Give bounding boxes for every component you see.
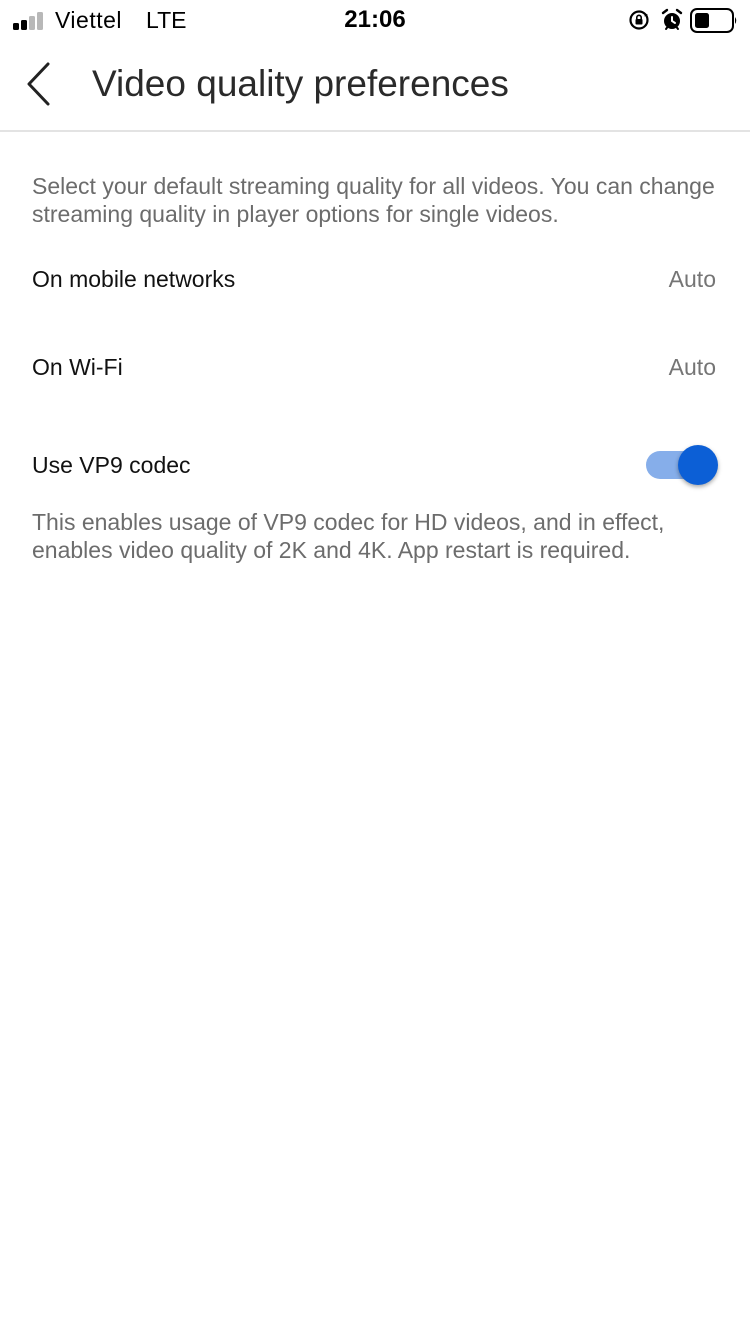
vp9-codec-description: This enables usage of VP9 codec for HD v…: [32, 509, 665, 563]
wifi-value: Auto: [668, 354, 716, 380]
status-bar: Viettel LTE 21:06: [0, 0, 750, 40]
battery-icon: [690, 8, 737, 33]
rotation-lock-icon: [629, 10, 649, 30]
mobile-networks-label: On mobile networks: [32, 266, 236, 292]
wifi-setting[interactable]: On Wi-Fi Auto: [0, 338, 750, 398]
back-arrow-icon[interactable]: [18, 58, 62, 110]
alarm-icon: [661, 8, 683, 30]
mobile-networks-setting[interactable]: On mobile networks Auto: [0, 250, 750, 310]
wifi-label: On Wi-Fi: [32, 354, 123, 380]
mobile-networks-value: Auto: [668, 266, 716, 292]
page-title: Video quality preferences: [92, 63, 509, 104]
vp9-codec-label: Use VP9 codec: [32, 452, 191, 478]
vp9-codec-setting: Use VP9 codec: [0, 436, 750, 496]
toggle-knob: [678, 445, 718, 485]
quality-description: Select your default streaming quality fo…: [32, 173, 715, 227]
vp9-codec-toggle[interactable]: [646, 442, 722, 490]
header: Video quality preferences: [0, 40, 750, 132]
